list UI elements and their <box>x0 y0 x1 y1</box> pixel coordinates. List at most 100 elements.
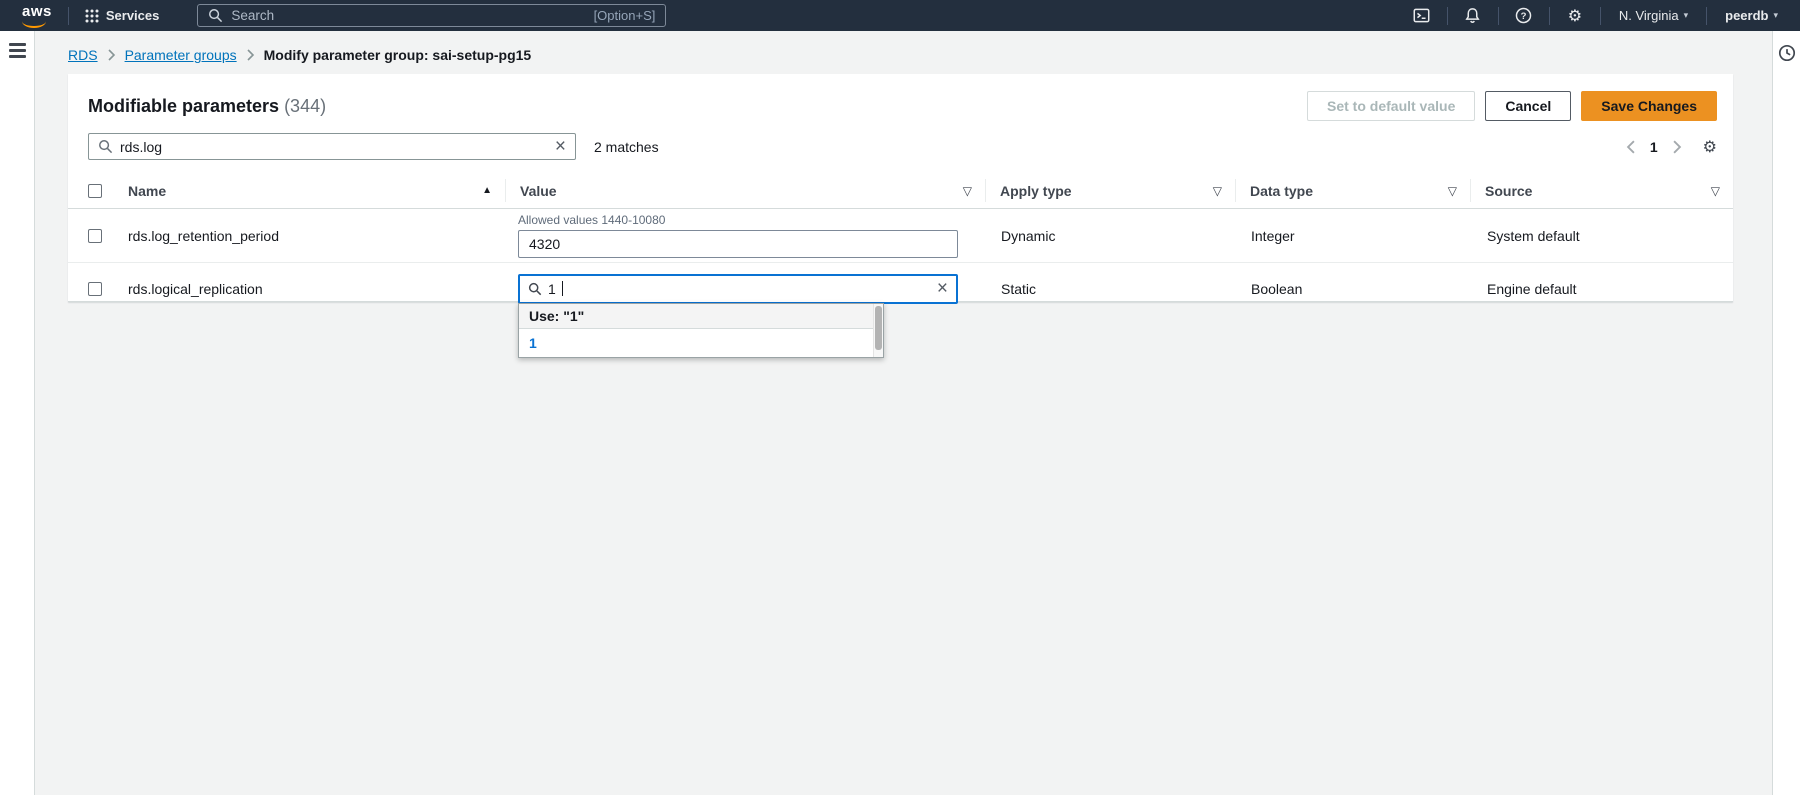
sort-ascending-icon: ▲ <box>482 185 492 196</box>
clear-value-icon[interactable]: × <box>937 279 948 298</box>
header-actions: Set to default value Cancel Save Changes <box>1307 91 1717 121</box>
right-panel-rail <box>1772 31 1800 795</box>
help-button[interactable]: ? <box>1505 0 1543 31</box>
pagination: 1 ⚙ <box>1619 139 1717 155</box>
settings-button[interactable]: ⚙ <box>1556 0 1594 31</box>
clock-icon[interactable] <box>1778 44 1796 62</box>
column-header-value[interactable]: Value ▽ <box>505 173 985 208</box>
apply-type-cell: Dynamic <box>985 228 1235 244</box>
chevron-left-icon <box>1626 140 1636 154</box>
column-header-data-type[interactable]: Data type ▽ <box>1235 173 1470 208</box>
svg-text:?: ? <box>1521 11 1527 22</box>
breadcrumb-current: Modify parameter group: sai-setup-pg15 <box>264 47 532 63</box>
page-title-text: Modifiable parameters <box>88 96 279 116</box>
search-icon <box>528 282 542 296</box>
account-label: peerdb <box>1725 8 1768 23</box>
parameter-value-combobox[interactable]: 1 × <box>518 274 958 304</box>
parameter-name: rds.logical_replication <box>110 281 505 297</box>
search-icon <box>208 8 223 23</box>
region-selector[interactable]: N. Virginia ▾ <box>1607 8 1700 23</box>
apply-type-cell: Static <box>985 281 1235 297</box>
value-options-dropdown: Use: "1" 1 <box>518 303 884 358</box>
parameter-count: (344) <box>284 96 326 116</box>
chevron-right-icon <box>246 49 255 61</box>
table-preferences-button[interactable]: ⚙ <box>1703 139 1717 155</box>
topbar-divider <box>1549 7 1550 25</box>
text-cursor <box>562 281 564 296</box>
next-page-button[interactable] <box>1665 140 1689 154</box>
table-header: Name ▲ Value ▽ Apply type ▽ Data type ▽ … <box>68 173 1733 209</box>
match-count: 2 matches <box>594 139 659 155</box>
chevron-right-icon <box>107 49 116 61</box>
gear-icon: ⚙ <box>1568 8 1582 24</box>
bell-icon <box>1464 7 1481 24</box>
parameter-value-input[interactable] <box>518 230 958 258</box>
services-grid-icon <box>85 9 99 23</box>
cloudshell-icon <box>1413 7 1430 24</box>
page-title: Modifiable parameters(344) <box>88 96 326 117</box>
use-typed-value-option[interactable]: Use: "1" <box>519 304 873 329</box>
cancel-button[interactable]: Cancel <box>1485 91 1571 121</box>
topbar-divider <box>1600 7 1601 25</box>
console-search-input[interactable]: Search [Option+S] <box>197 4 666 27</box>
aws-logo[interactable]: aws <box>22 4 52 28</box>
data-type-cell: Integer <box>1235 228 1470 244</box>
select-all-checkbox[interactable] <box>88 184 102 198</box>
cloudshell-button[interactable] <box>1403 0 1441 31</box>
row-checkbox[interactable] <box>88 282 102 296</box>
help-icon: ? <box>1515 7 1532 24</box>
combobox-value: 1 <box>548 281 556 297</box>
column-header-name[interactable]: Name ▲ <box>110 173 505 208</box>
gear-icon: ⚙ <box>1703 137 1717 156</box>
set-to-default-button[interactable]: Set to default value <box>1307 91 1475 121</box>
parameter-filter-input[interactable] <box>120 139 548 155</box>
modifiable-parameters-card: Modifiable parameters(344) Set to defaul… <box>68 74 1733 302</box>
scrollbar-thumb[interactable] <box>875 306 882 350</box>
clear-filter-icon[interactable]: × <box>555 137 566 156</box>
filter-icon[interactable]: ▽ <box>963 184 972 198</box>
breadcrumb-rds-link[interactable]: RDS <box>68 47 98 63</box>
table-row: rds.log_retention_period Allowed values … <box>68 209 1733 263</box>
services-label: Services <box>106 8 160 23</box>
caret-down-icon: ▾ <box>1773 10 1778 21</box>
aws-logo-text: aws <box>22 3 52 20</box>
search-icon <box>98 139 113 154</box>
topbar-divider <box>68 7 69 25</box>
current-page-number[interactable]: 1 <box>1643 139 1665 155</box>
row-checkbox[interactable] <box>88 229 102 243</box>
chevron-right-icon <box>1672 140 1682 154</box>
topbar-divider <box>1706 7 1707 25</box>
account-menu[interactable]: peerdb ▾ <box>1713 8 1790 23</box>
filter-icon[interactable]: ▽ <box>1448 184 1457 198</box>
console-top-bar: aws Services Search [Option+S] <box>0 0 1800 31</box>
column-header-source[interactable]: Source ▽ <box>1470 173 1733 208</box>
dropdown-scrollbar[interactable] <box>873 304 883 357</box>
table-row: rds.logical_replication 1 × Use: "1" <box>68 263 1733 314</box>
parameter-name: rds.log_retention_period <box>110 228 505 244</box>
column-header-apply-type[interactable]: Apply type ▽ <box>985 173 1235 208</box>
dropdown-option[interactable]: 1 <box>519 329 873 357</box>
card-header: Modifiable parameters(344) Set to defaul… <box>68 74 1733 121</box>
allowed-values-hint: Allowed values 1440-10080 <box>518 213 958 227</box>
search-placeholder: Search <box>231 8 274 23</box>
caret-down-icon: ▾ <box>1684 10 1689 21</box>
region-label: N. Virginia <box>1619 8 1679 23</box>
search-shortcut-hint: [Option+S] <box>594 8 656 23</box>
notifications-button[interactable] <box>1454 0 1492 31</box>
topbar-divider <box>1447 7 1448 25</box>
breadcrumb-parameter-groups-link[interactable]: Parameter groups <box>125 47 237 63</box>
data-type-cell: Boolean <box>1235 281 1470 297</box>
breadcrumb: RDS Parameter groups Modify parameter gr… <box>35 31 1772 63</box>
topbar-divider <box>1498 7 1499 25</box>
filter-icon[interactable]: ▽ <box>1213 184 1222 198</box>
aws-smile-icon <box>22 20 46 28</box>
parameter-filter-box: × <box>88 133 576 160</box>
source-cell: System default <box>1470 228 1733 244</box>
open-side-navigation-button[interactable] <box>9 43 26 58</box>
services-menu[interactable]: Services <box>75 0 170 31</box>
page: aws Services Search [Option+S] <box>0 0 1800 795</box>
save-changes-button[interactable]: Save Changes <box>1581 91 1717 121</box>
filter-icon[interactable]: ▽ <box>1711 184 1720 198</box>
previous-page-button[interactable] <box>1619 140 1643 154</box>
main-content: RDS Parameter groups Modify parameter gr… <box>35 31 1772 795</box>
